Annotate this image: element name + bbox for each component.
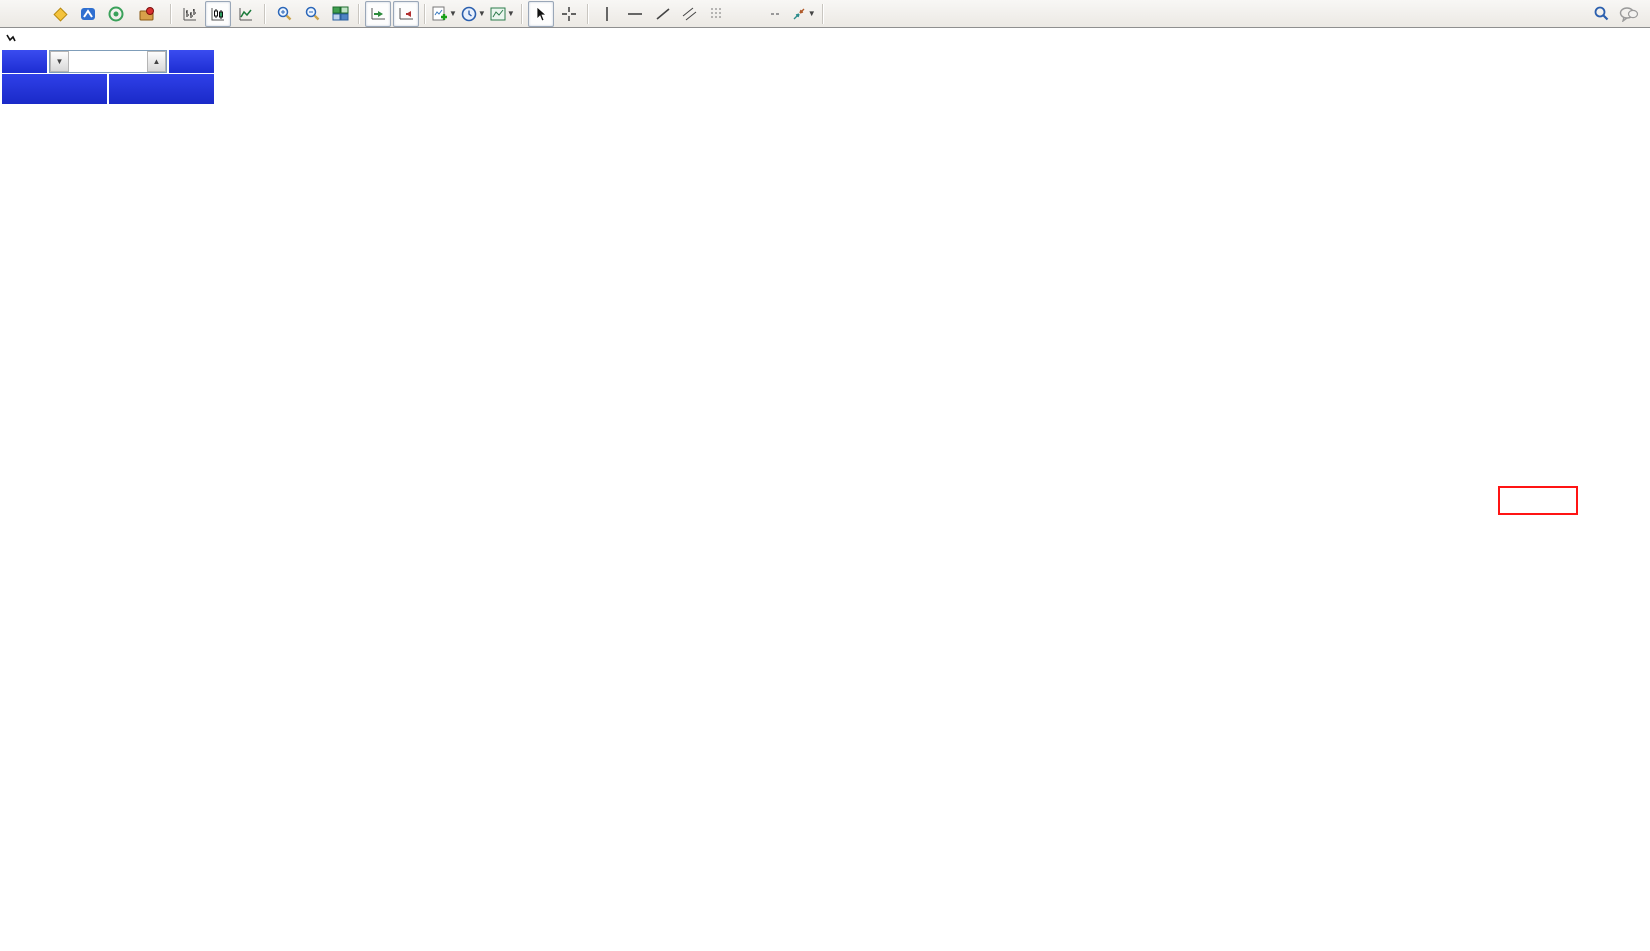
volume-increase-button[interactable]: ▲: [147, 51, 166, 72]
trendline-icon[interactable]: [650, 1, 676, 27]
search-icon[interactable]: [1588, 1, 1614, 27]
toolbar-separator: [587, 4, 589, 24]
line-chart-icon[interactable]: [233, 1, 259, 27]
period-button[interactable]: ▼: [460, 1, 487, 27]
mt4-window: ▼ ▼ ▼: [0, 0, 1650, 951]
toolbar-separator: [358, 4, 360, 24]
chat-icon[interactable]: [1616, 1, 1642, 27]
price-chart-canvas[interactable]: [0, 28, 1650, 951]
volume-stepper: ▼ ▲: [49, 50, 167, 73]
fibonacci-icon[interactable]: [706, 1, 732, 27]
toolbar: ▼ ▼ ▼: [0, 0, 1650, 28]
chevron-down-icon: ▼: [507, 9, 515, 18]
one-click-trading-panel: ▼ ▲: [2, 50, 214, 104]
template-icon: [490, 6, 506, 22]
cursor-icon[interactable]: [528, 1, 554, 27]
chart-window: ▼ ▲: [0, 28, 1650, 951]
chevron-down-icon: ▼: [808, 9, 816, 18]
price-callout-box[interactable]: [1498, 486, 1578, 515]
toolbar-separator: [521, 4, 523, 24]
buy-price[interactable]: [109, 74, 214, 104]
arrows-button[interactable]: ▼: [790, 1, 817, 27]
text-label-icon[interactable]: [762, 1, 788, 27]
clock-icon: [461, 6, 477, 22]
autotrade-button[interactable]: [131, 1, 165, 27]
chevron-down-icon: ▼: [449, 9, 457, 18]
favorites-icon[interactable]: [47, 1, 73, 27]
sell-button[interactable]: [2, 50, 47, 73]
metaquotes-icon[interactable]: [75, 1, 101, 27]
sell-price[interactable]: [2, 74, 107, 104]
vertical-line-icon[interactable]: [594, 1, 620, 27]
bar-chart-icon[interactable]: [177, 1, 203, 27]
new-chart-icon: [432, 6, 448, 22]
buy-button[interactable]: [169, 50, 214, 73]
chart-pointer-icon: [6, 33, 16, 43]
zoom-out-icon[interactable]: [299, 1, 325, 27]
zoom-in-icon[interactable]: [271, 1, 297, 27]
new-order-button[interactable]: [1, 1, 45, 27]
volume-decrease-button[interactable]: ▼: [50, 51, 69, 72]
tile-windows-icon[interactable]: [327, 1, 353, 27]
toolbar-separator: [264, 4, 266, 24]
chevron-down-icon: ▼: [478, 9, 486, 18]
crosshair-icon[interactable]: [556, 1, 582, 27]
template-button[interactable]: ▼: [489, 1, 516, 27]
toolbar-separator: [822, 4, 824, 24]
community-icon[interactable]: [103, 1, 129, 27]
toolbar-separator: [170, 4, 172, 24]
chart-title: [6, 33, 26, 43]
toolbar-separator: [424, 4, 426, 24]
horizontal-line-icon[interactable]: [622, 1, 648, 27]
candlestick-icon[interactable]: [205, 1, 231, 27]
autotrade-icon: [139, 6, 155, 22]
auto-scroll-icon[interactable]: [365, 1, 391, 27]
chart-shift-icon[interactable]: [393, 1, 419, 27]
new-chart-button[interactable]: ▼: [431, 1, 458, 27]
text-icon[interactable]: [734, 1, 760, 27]
volume-input[interactable]: [69, 51, 147, 72]
equidistant-channel-icon[interactable]: [678, 1, 704, 27]
arrows-icon: [791, 6, 807, 22]
